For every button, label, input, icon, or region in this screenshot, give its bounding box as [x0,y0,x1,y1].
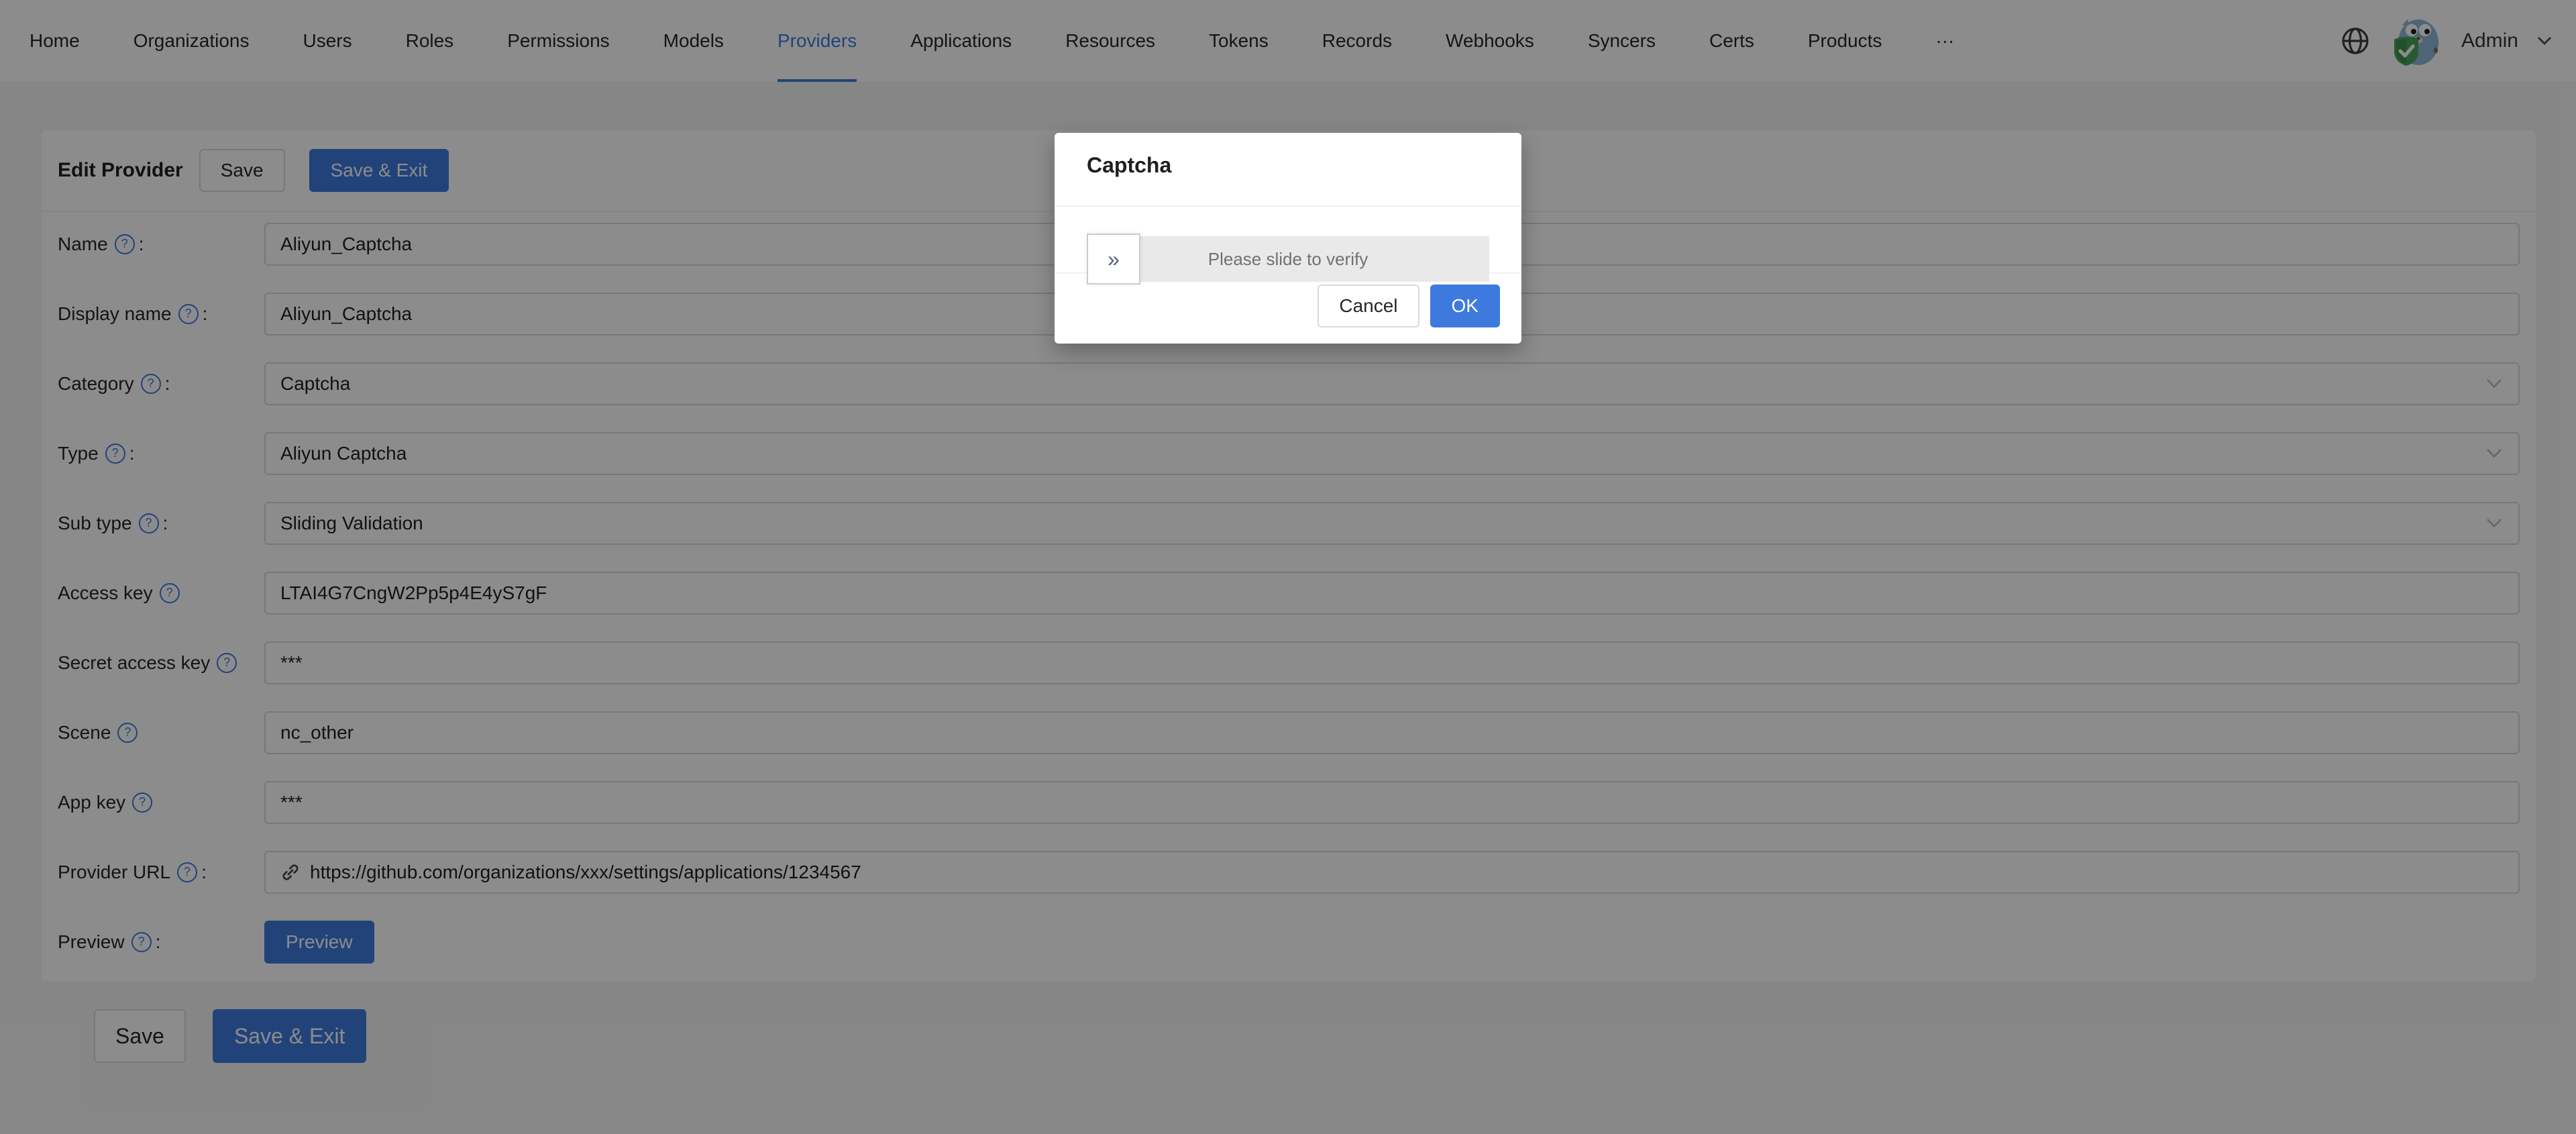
slider-hint-text: Please slide to verify [1208,249,1368,270]
double-chevron-right-icon: » [1108,247,1120,272]
app-root: HomeOrganizationsUsersRolesPermissionsMo… [0,0,2576,1134]
captcha-slider-track: Please slide to verify [1087,236,1489,282]
captcha-modal: Captcha Please slide to verify » Cancel … [1055,133,1521,344]
modal-header-divider [1055,205,1521,207]
modal-footer: Cancel OK [1318,285,1500,327]
modal-title: Captcha [1087,153,1171,178]
cancel-button[interactable]: Cancel [1318,285,1419,327]
captcha-slider-handle[interactable]: » [1087,234,1140,285]
ok-button[interactable]: OK [1430,285,1500,327]
